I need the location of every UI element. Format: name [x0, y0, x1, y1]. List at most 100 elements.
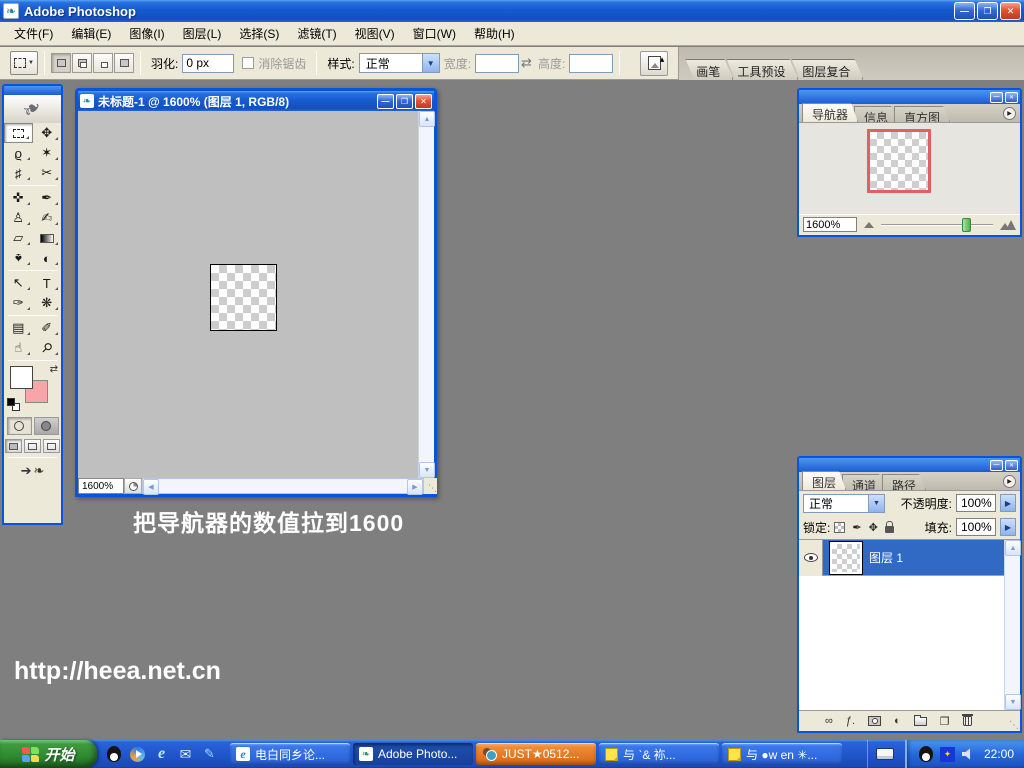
tab-channels[interactable]: 通道	[842, 474, 886, 490]
resize-grip[interactable]: ⋱	[424, 478, 437, 494]
quicklaunch-qq[interactable]	[105, 746, 122, 763]
taskbar-window-chat2[interactable]: 与 ˋ& 袮...	[599, 743, 719, 765]
navigator-proxy-view[interactable]	[867, 129, 931, 193]
canvas-transparent-layer[interactable]	[210, 264, 277, 331]
style-dropdown[interactable]: 正常 ▼	[359, 53, 440, 73]
layer-style-icon[interactable]: ƒ.	[846, 715, 855, 727]
height-input[interactable]	[569, 54, 613, 73]
panel-minimize-button[interactable]: —	[990, 92, 1003, 103]
lock-position-button[interactable]: ✥	[869, 521, 878, 534]
tool-clone-stamp[interactable]: ♙	[4, 208, 33, 228]
tab-info[interactable]: 信息	[854, 106, 898, 122]
tool-eyedropper[interactable]: ✐	[33, 318, 62, 338]
tool-hand[interactable]: ☝	[4, 338, 33, 358]
navigator-titlebar[interactable]: — ✕	[799, 90, 1020, 104]
tab-brushes[interactable]: 画笔	[685, 59, 733, 80]
menu-window[interactable]: 窗口(W)	[404, 21, 465, 46]
add-to-selection-button[interactable]	[72, 53, 92, 73]
taskbar-window-qq-chat[interactable]: JUST★0512...	[476, 743, 596, 765]
default-colors-icon[interactable]	[7, 398, 20, 411]
zoom-slider-thumb[interactable]	[962, 218, 971, 232]
panel-close-button[interactable]: ✕	[1005, 92, 1018, 103]
layers-scrollbar[interactable]: ▲ ▼	[1004, 540, 1020, 710]
tab-navigator[interactable]: 导航器	[802, 103, 858, 122]
doc-maximize-button[interactable]: ❐	[396, 94, 413, 109]
lock-image-button[interactable]: ✒	[852, 521, 861, 534]
menu-filter[interactable]: 滤镜(T)	[288, 21, 345, 46]
doc-close-button[interactable]: ✕	[415, 94, 432, 109]
resize-grip[interactable]: ⋱	[1009, 720, 1019, 731]
swap-colors-icon[interactable]: ⇄	[50, 364, 58, 375]
status-info-button[interactable]	[124, 478, 142, 494]
app-titlebar[interactable]: ❧ Adobe Photoshop — ❐ ✕	[0, 0, 1024, 22]
menu-image[interactable]: 图像(I)	[120, 21, 173, 46]
tray-messenger-icon[interactable]: ✦	[940, 747, 955, 762]
dropdown-arrow-icon[interactable]: ▼	[422, 54, 439, 72]
feather-input[interactable]	[182, 54, 234, 73]
tool-dodge[interactable]: ◐	[33, 248, 62, 268]
vertical-scrollbar[interactable]: ▲ ▼	[418, 111, 434, 478]
panel-menu-button[interactable]: ▶	[1003, 475, 1016, 488]
tab-paths[interactable]: 路径	[882, 474, 926, 490]
link-layers-icon[interactable]: ∞	[825, 715, 833, 727]
scroll-up-button[interactable]: ▲	[419, 111, 435, 127]
tool-path-selection[interactable]: ↖	[4, 273, 33, 293]
doc-minimize-button[interactable]: —	[377, 94, 394, 109]
tool-notes[interactable]: ▤	[4, 318, 33, 338]
menu-layer[interactable]: 图层(L)	[174, 21, 231, 46]
jump-to-imageready-button[interactable]: ➔ ❧	[4, 460, 61, 482]
tab-layer-comps[interactable]: 图层复合	[791, 59, 863, 80]
document-titlebar[interactable]: ❧ 未标题-1 @ 1600% (图层 1, RGB/8) — ❐ ✕	[78, 91, 434, 111]
width-input[interactable]	[475, 54, 519, 73]
taskbar-window-forum[interactable]: e 电白同乡论...	[230, 743, 350, 765]
scroll-track[interactable]	[159, 479, 407, 493]
foreground-color-swatch[interactable]	[10, 366, 33, 389]
add-layer-mask-icon[interactable]	[868, 716, 881, 726]
zoom-out-icon[interactable]	[864, 222, 874, 228]
subtract-from-selection-button[interactable]	[93, 53, 113, 73]
tool-lasso[interactable]: ϱ	[4, 143, 33, 163]
fill-field[interactable]: 100%	[956, 518, 996, 536]
swap-dimensions-icon[interactable]: ⇄	[521, 55, 532, 71]
layers-titlebar[interactable]: — ✕	[799, 458, 1020, 472]
panel-close-button[interactable]: ✕	[1005, 460, 1018, 471]
zoom-percentage-field[interactable]: 1600%	[78, 478, 124, 494]
tool-pen[interactable]: ✑	[4, 293, 33, 313]
panel-minimize-button[interactable]: —	[990, 460, 1003, 471]
menu-help[interactable]: 帮助(H)	[465, 21, 524, 46]
adjustment-layer-icon[interactable]: ◐	[894, 715, 901, 727]
tool-history-brush[interactable]: ✍	[33, 208, 62, 228]
volume-icon[interactable]	[962, 748, 975, 760]
opacity-field[interactable]: 100%	[956, 494, 996, 512]
quicklaunch-outlook[interactable]: ✉	[177, 746, 194, 763]
tab-layers[interactable]: 图层	[802, 471, 846, 490]
taskbar-window-photoshop[interactable]: ❧ Adobe Photo...	[353, 743, 473, 765]
new-group-icon[interactable]	[914, 717, 927, 726]
tool-move[interactable]: ✥	[33, 123, 62, 143]
opacity-spinner-button[interactable]: ▶	[1000, 494, 1016, 512]
lock-transparency-button[interactable]	[834, 522, 845, 533]
fill-spinner-button[interactable]: ▶	[1000, 518, 1016, 536]
quicklaunch-pen[interactable]: ✎	[201, 746, 218, 763]
minimize-button[interactable]: —	[954, 2, 975, 20]
tray-qq-icon[interactable]	[919, 746, 933, 762]
layer-thumbnail[interactable]	[830, 542, 862, 574]
input-method-area[interactable]	[867, 740, 903, 768]
fullscreen-button[interactable]	[43, 439, 60, 453]
tool-magic-wand[interactable]: ✶	[33, 143, 62, 163]
intersect-selection-button[interactable]	[114, 53, 134, 73]
close-button[interactable]: ✕	[1000, 2, 1021, 20]
tool-crop[interactable]: ♯	[4, 163, 33, 183]
delete-layer-icon[interactable]	[963, 716, 972, 726]
tool-brush[interactable]: ✒	[33, 188, 62, 208]
antialias-checkbox[interactable]	[242, 57, 254, 69]
menu-select[interactable]: 选择(S)	[230, 21, 288, 46]
menu-edit[interactable]: 编辑(E)	[62, 21, 120, 46]
new-selection-button[interactable]	[51, 53, 71, 73]
scroll-left-button[interactable]: ◀	[143, 479, 159, 495]
quicklaunch-internet-explorer[interactable]: e	[153, 746, 170, 763]
tool-custom-shape[interactable]: ❋	[33, 293, 62, 313]
quicklaunch-media-player[interactable]	[129, 746, 146, 763]
quick-mask-mode-button[interactable]	[34, 417, 59, 435]
navigator-zoom-field[interactable]	[803, 217, 857, 232]
